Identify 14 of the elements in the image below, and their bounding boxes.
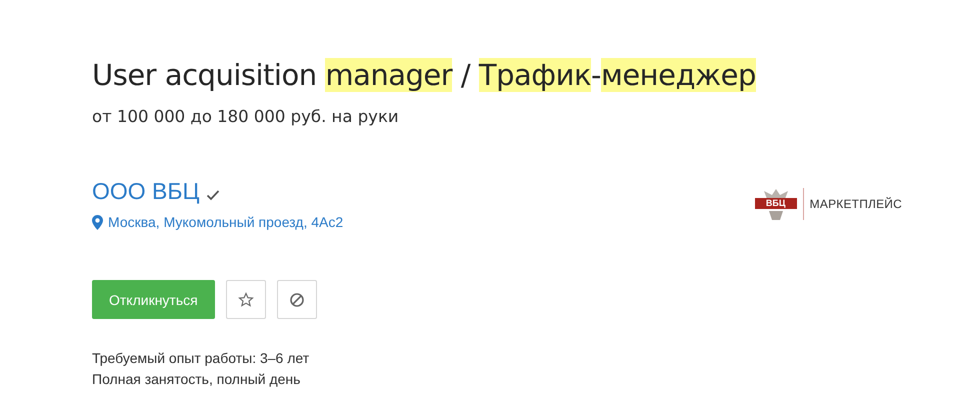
address-link[interactable]: Москва, Мукомольный проезд, 4Ас2 [108,214,344,230]
detail-text: Полная занятость, полный день [92,370,300,389]
salary-text: от 100 000 до 180 000 руб. на руки [92,107,399,126]
favorite-button[interactable] [226,280,266,319]
respond-button[interactable]: Откликнуться [92,280,215,319]
location-pin-icon [92,214,103,230]
hide-button[interactable] [276,280,317,319]
logo-wordmark: МАРКЕТПЛЕЙС [810,197,902,211]
star-icon [238,292,254,308]
vacancy-title: User acquisition manager / Трафик-менеджер [92,57,756,94]
block-icon [288,292,305,308]
detail-text: Требуемый опыт работы: 3–6 лет [92,349,310,368]
company-emblem: ВБЦ [754,187,797,221]
company-link[interactable]: ООО ВБЦ [92,178,200,205]
